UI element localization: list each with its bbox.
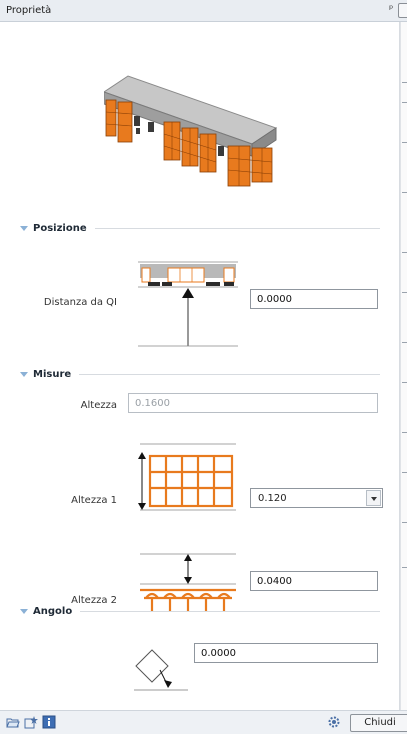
distanza-input[interactable] bbox=[250, 289, 378, 309]
altezza-input bbox=[128, 393, 378, 413]
section-posizione-header[interactable]: Posizione bbox=[20, 221, 380, 235]
section-angolo-header[interactable]: Angolo bbox=[20, 604, 380, 618]
distance-diagram bbox=[138, 261, 238, 347]
chevron-down-icon[interactable] bbox=[366, 490, 381, 506]
close-button[interactable]: Chiudi bbox=[350, 714, 407, 732]
collapse-arrow-icon[interactable] bbox=[20, 225, 28, 231]
altezza-label: Altezza bbox=[80, 400, 117, 411]
folder-open-icon[interactable] bbox=[6, 715, 20, 729]
pin-icon[interactable]: ᵖ bbox=[389, 4, 393, 15]
angle-diagram bbox=[134, 649, 188, 691]
angolo-input[interactable] bbox=[194, 643, 378, 663]
section-divider bbox=[79, 373, 380, 375]
properties-panel: Posizione Distanza da QI Misure Altezza bbox=[0, 22, 400, 710]
favorites-icon[interactable] bbox=[24, 715, 38, 729]
slab-3d-preview bbox=[104, 75, 278, 187]
section-misure-header[interactable]: Misure bbox=[20, 367, 380, 381]
adjacent-window-edge[interactable] bbox=[398, 3, 407, 18]
panel-titlebar: Proprietà ᵖ bbox=[0, 0, 407, 22]
altezza1-label: Altezza 1 bbox=[71, 495, 117, 506]
info-icon[interactable] bbox=[42, 715, 56, 729]
section-angolo-label: Angolo bbox=[33, 605, 73, 617]
collapse-arrow-icon[interactable] bbox=[20, 371, 28, 377]
section-divider bbox=[94, 227, 380, 229]
altezza1-combobox[interactable]: 0.120 bbox=[250, 488, 383, 508]
altezza2-input[interactable] bbox=[250, 571, 378, 591]
section-divider bbox=[80, 610, 380, 612]
distanza-label: Distanza da QI bbox=[43, 297, 117, 308]
adjacent-window-strip bbox=[400, 22, 407, 710]
settings-gear-icon[interactable] bbox=[327, 715, 341, 729]
panel-statusbar: Chiudi bbox=[0, 710, 407, 734]
collapse-arrow-icon[interactable] bbox=[20, 608, 28, 614]
panel-title: Proprietà bbox=[6, 5, 52, 16]
section-misure-label: Misure bbox=[33, 368, 72, 380]
section-posizione-label: Posizione bbox=[33, 222, 87, 234]
altezza1-diagram bbox=[138, 443, 236, 511]
altezza1-value: 0.120 bbox=[258, 493, 287, 504]
